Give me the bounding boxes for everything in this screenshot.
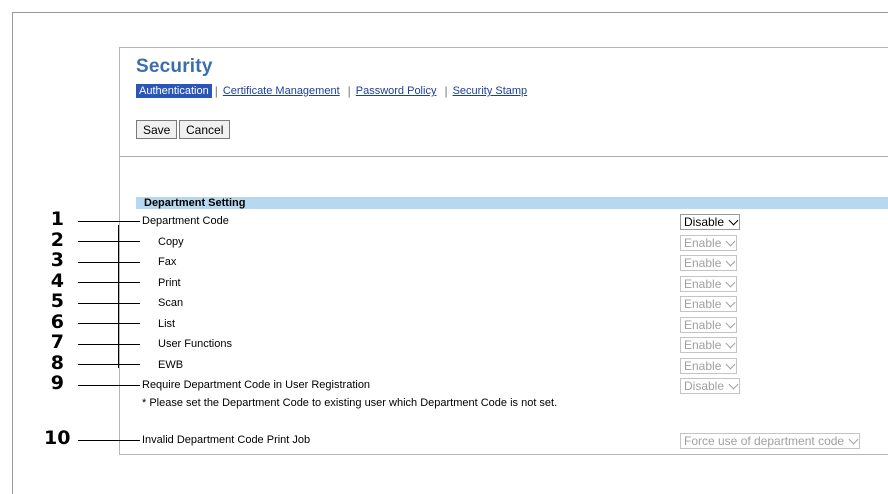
select-value: Enable bbox=[684, 359, 722, 373]
select-ewb[interactable]: Enable bbox=[680, 358, 738, 374]
divider bbox=[120, 156, 888, 157]
select-copy[interactable]: Enable bbox=[680, 235, 738, 251]
note-text: * Please set the Department Code to exis… bbox=[142, 397, 558, 409]
save-button[interactable]: Save bbox=[136, 120, 178, 139]
select-department-code[interactable]: Disable bbox=[680, 214, 741, 230]
select-value: Disable bbox=[684, 215, 725, 229]
callout-leader-line bbox=[78, 385, 140, 386]
callout-leader-line bbox=[78, 303, 140, 304]
callout-leader-line bbox=[78, 241, 140, 242]
select-user-functions[interactable]: Enable bbox=[680, 337, 738, 353]
chevron-down-icon bbox=[728, 215, 739, 225]
tab-bar: Authentication | Certificate Management … bbox=[136, 84, 532, 98]
callout-number: 1 bbox=[50, 208, 64, 230]
label-ewb: EWB bbox=[158, 359, 184, 371]
select-value: Force use of department code bbox=[684, 434, 845, 448]
select-value: Enable bbox=[684, 277, 722, 291]
select-fax[interactable]: Enable bbox=[680, 255, 738, 271]
chevron-down-icon bbox=[728, 379, 739, 389]
chevron-down-icon bbox=[725, 256, 736, 266]
label-require-department-code: Require Department Code in User Registra… bbox=[142, 379, 371, 391]
chevron-down-icon bbox=[725, 297, 736, 307]
select-value: Enable bbox=[684, 256, 722, 270]
label-print: Print bbox=[158, 277, 181, 289]
callout-number: 7 bbox=[50, 331, 64, 353]
callout-leader-line bbox=[78, 364, 140, 365]
tab-password-policy[interactable]: Password Policy bbox=[351, 85, 442, 97]
callout-bracket-line bbox=[118, 225, 119, 368]
select-value: Disable bbox=[684, 379, 725, 393]
callout-number: 6 bbox=[50, 311, 64, 333]
select-value: Enable bbox=[684, 236, 722, 250]
chevron-down-icon bbox=[725, 318, 736, 328]
callout-leader-line bbox=[78, 221, 140, 222]
tab-security-stamp[interactable]: Security Stamp bbox=[448, 85, 533, 97]
label-department-code: Department Code bbox=[142, 215, 229, 227]
callout-leader-line bbox=[78, 282, 140, 283]
select-invalid-department-code-print-job[interactable]: Force use of department code bbox=[680, 433, 861, 449]
tab-certificate-management[interactable]: Certificate Management bbox=[218, 85, 345, 97]
select-scan[interactable]: Enable bbox=[680, 296, 738, 312]
callout-number: 3 bbox=[50, 249, 64, 271]
page-title: Security bbox=[136, 56, 213, 77]
callout-number: 5 bbox=[50, 290, 64, 312]
select-value: Enable bbox=[684, 318, 722, 332]
tab-authentication[interactable]: Authentication bbox=[136, 84, 212, 98]
select-value: Enable bbox=[684, 297, 722, 311]
select-require-department-code[interactable]: Disable bbox=[680, 378, 741, 394]
label-list: List bbox=[158, 318, 176, 330]
callout-number: 10 bbox=[44, 427, 71, 449]
chevron-down-icon bbox=[725, 236, 736, 246]
label-user-functions: User Functions bbox=[158, 338, 232, 350]
content-panel bbox=[119, 47, 888, 455]
cancel-button[interactable]: Cancel bbox=[179, 120, 231, 139]
label-invalid-department-code-print-job: Invalid Department Code Print Job bbox=[142, 434, 311, 446]
label-copy: Copy bbox=[158, 236, 184, 248]
callout-leader-line bbox=[78, 440, 140, 441]
callout-leader-line bbox=[78, 344, 140, 345]
callout-leader-line bbox=[78, 323, 140, 324]
select-print[interactable]: Enable bbox=[680, 276, 738, 292]
callout-number: 9 bbox=[50, 372, 64, 394]
label-scan: Scan bbox=[158, 297, 184, 309]
label-fax: Fax bbox=[158, 256, 177, 268]
callout-number: 8 bbox=[50, 352, 64, 374]
chevron-down-icon bbox=[725, 338, 736, 348]
callout-number: 4 bbox=[50, 270, 64, 292]
select-list[interactable]: Enable bbox=[680, 317, 738, 333]
section-header-department-setting: Department Setting bbox=[136, 197, 888, 209]
callout-leader-line bbox=[78, 262, 140, 263]
chevron-down-icon bbox=[725, 277, 736, 287]
callout-number: 2 bbox=[50, 229, 64, 251]
chevron-down-icon bbox=[848, 434, 859, 444]
select-value: Enable bbox=[684, 338, 722, 352]
chevron-down-icon bbox=[725, 359, 736, 369]
